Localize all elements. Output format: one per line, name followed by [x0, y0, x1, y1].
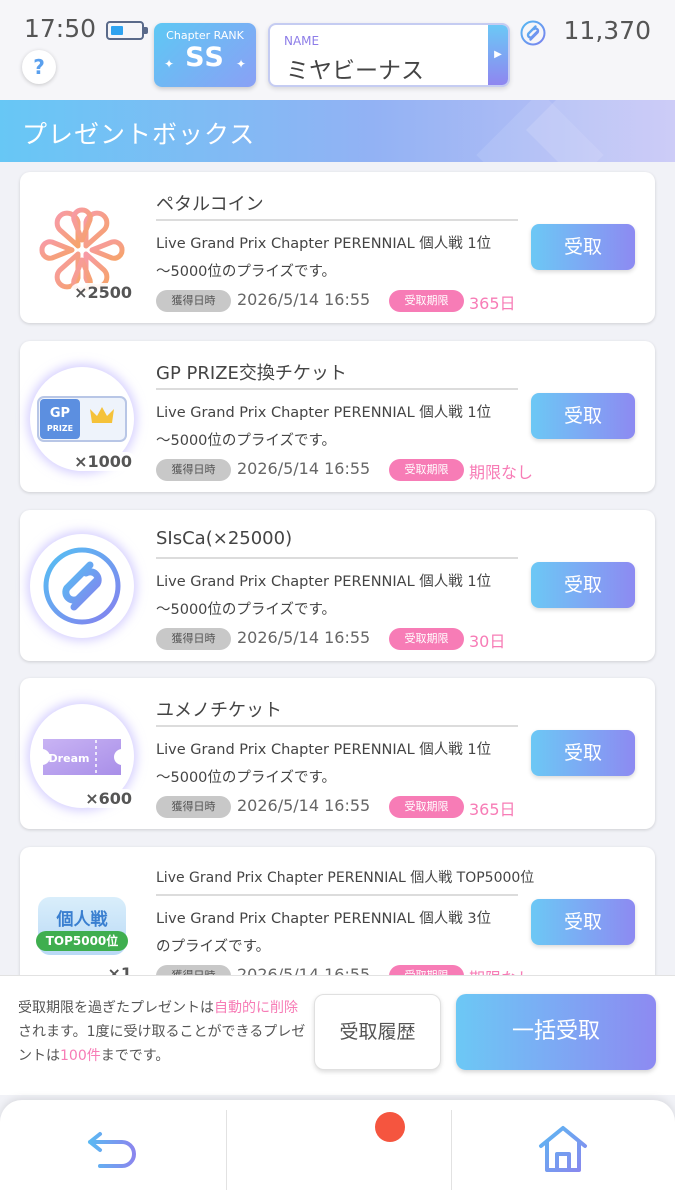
acquired-date: 2026/5/14 16:55	[237, 796, 371, 815]
receive-button[interactable]: 受取	[531, 562, 635, 608]
svg-text:PRIZE: PRIZE	[47, 424, 73, 433]
present-item: 個人戦 TOP5000位 ×1 Live Grand Prix Chapter …	[20, 847, 655, 975]
page-title: プレゼントボックス	[22, 120, 256, 149]
acquired-tag: 獲得日時	[156, 290, 231, 312]
expiry-value: 期限なし	[469, 463, 534, 482]
currency-amount: 11,370	[563, 16, 651, 45]
acquired-tag: 獲得日時	[156, 459, 231, 481]
menu-icon	[306, 1140, 370, 1160]
svg-text:GP: GP	[50, 406, 70, 421]
item-title: ユメノチケット	[156, 700, 282, 721]
item-title: ペタルコイン	[156, 194, 264, 215]
battery-icon	[106, 21, 148, 40]
item-thumbnail: ×2500	[28, 196, 136, 304]
item-description: Live Grand Prix Chapter PERENNIAL 個人戦 1位…	[156, 742, 492, 786]
present-item: Dream ×600 ユメノチケット Live Grand Prix Chapt…	[20, 678, 655, 829]
present-item: SIsCa(×25000) Live Grand Prix Chapter PE…	[20, 510, 655, 661]
expiry-value: 365日	[469, 800, 516, 819]
item-description: Live Grand Prix Chapter PERENNIAL 個人戦 1位…	[156, 405, 492, 449]
item-thumbnail: Dream ×600	[28, 702, 136, 810]
notification-badge	[375, 1112, 405, 1142]
chapter-rank-badge[interactable]: Chapter RANK SS ✦ ✦	[154, 23, 256, 87]
item-quantity: ×1000	[70, 452, 136, 471]
menu-button[interactable]	[226, 1100, 451, 1200]
item-quantity: ×600	[81, 789, 136, 808]
sisca-icon	[43, 547, 121, 625]
acquired-tag: 獲得日時	[156, 796, 231, 818]
dream-ticket-icon: Dream	[41, 737, 123, 777]
item-quantity: ×1	[103, 964, 136, 975]
expiry-value: 期限なし	[469, 965, 533, 975]
item-thumbnail: 個人戦 TOP5000位 ×1	[28, 877, 136, 975]
receive-button[interactable]: 受取	[531, 730, 635, 776]
back-arrow-icon	[88, 1132, 136, 1168]
back-button[interactable]	[0, 1100, 225, 1200]
sparkle-icon: ✦	[164, 57, 175, 71]
svg-text:Dream: Dream	[49, 752, 90, 765]
receive-history-button[interactable]: 受取履歴	[314, 994, 441, 1070]
item-thumbnail: GP PRIZE ×1000	[28, 365, 136, 473]
present-item: GP PRIZE ×1000 GP PRIZE交換チケット Live Grand…	[20, 341, 655, 492]
item-description: Live Grand Prix Chapter PERENNIAL 個人戦 3位…	[156, 911, 492, 955]
top5000-emblem-icon: 個人戦 TOP5000位	[32, 891, 132, 961]
present-list[interactable]: ×2500 ペタルコイン Live Grand Prix Chapter PER…	[0, 162, 675, 975]
item-description: Live Grand Prix Chapter PERENNIAL 個人戦 1位…	[156, 574, 492, 618]
player-name: ミヤビーナス	[286, 58, 424, 84]
sisca-icon	[520, 20, 546, 46]
rank-label: Chapter RANK	[166, 29, 244, 42]
expiry-tag: 受取期限	[389, 290, 464, 312]
receive-all-button[interactable]: 一括受取	[456, 994, 656, 1070]
chevron-right-icon: ▶	[488, 25, 508, 85]
acquired-date: 2026/5/14 16:55	[237, 459, 371, 478]
name-label: NAME	[284, 34, 320, 48]
expiry-tag: 受取期限	[389, 628, 464, 650]
receive-button[interactable]: 受取	[531, 393, 635, 439]
acquired-tag: 獲得日時	[156, 965, 231, 975]
item-title: Live Grand Prix Chapter PERENNIAL 個人戦 TO…	[156, 870, 535, 886]
notice-text: 受取期限を過ぎたプレゼントは自動的に削除されます。1度に受け取ることができるプレ…	[18, 1000, 306, 1064]
home-icon	[539, 1126, 587, 1172]
sparkle-icon: ✦	[235, 57, 246, 71]
expiry-value: 365日	[469, 294, 516, 313]
bottom-action-panel: 受取期限を過ぎたプレゼントは自動的に削除されます。1度に受け取ることができるプレ…	[0, 975, 675, 1095]
page-header: プレゼントボックス	[0, 100, 675, 162]
bottom-nav	[0, 1100, 675, 1200]
receive-button[interactable]: 受取	[531, 224, 635, 270]
acquired-tag: 獲得日時	[156, 628, 231, 650]
item-thumbnail	[28, 532, 136, 640]
acquired-date: 2026/5/14 16:55	[237, 628, 371, 647]
receive-button[interactable]: 受取	[531, 899, 635, 945]
clock: 17:50	[24, 14, 97, 43]
help-button[interactable]: ?	[22, 50, 56, 84]
expiry-tag: 受取期限	[389, 965, 464, 975]
present-item: ×2500 ペタルコイン Live Grand Prix Chapter PER…	[20, 172, 655, 323]
expiry-tag: 受取期限	[389, 459, 464, 481]
item-description: Live Grand Prix Chapter PERENNIAL 個人戦 1位…	[156, 236, 492, 280]
top-bar: 17:50 ? Chapter RANK SS ✦ ✦ NAME ミヤビーナス …	[0, 0, 675, 100]
expiry-value: 30日	[469, 632, 506, 651]
gp-prize-ticket-icon: GP PRIZE	[37, 396, 127, 442]
acquired-date: 2026/5/14 16:55	[237, 965, 371, 975]
item-quantity: ×2500	[70, 283, 136, 302]
acquired-date: 2026/5/14 16:55	[237, 290, 371, 309]
item-title: GP PRIZE交換チケット	[156, 363, 347, 384]
item-title: SIsCa(×25000)	[156, 528, 293, 549]
profile-name-box[interactable]: NAME ミヤビーナス ▶	[268, 23, 510, 87]
expiry-tag: 受取期限	[389, 796, 464, 818]
home-button[interactable]	[451, 1100, 675, 1200]
